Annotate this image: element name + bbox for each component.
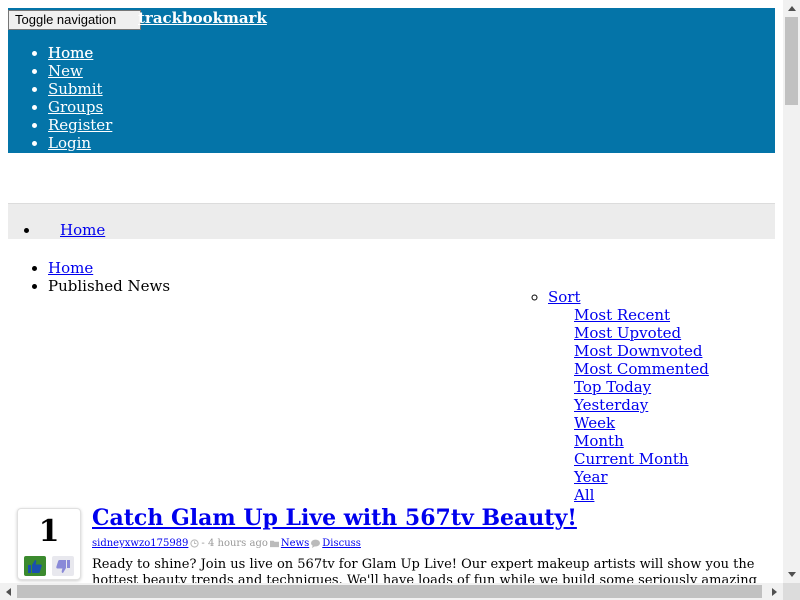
- sort-menu: Most Recent Most Upvoted Most Downvoted …: [548, 306, 709, 504]
- vertical-scrollbar[interactable]: [783, 0, 800, 583]
- nav-link-home[interactable]: Home: [48, 44, 93, 62]
- toggle-navigation-button[interactable]: Toggle navigation: [8, 10, 141, 30]
- scroll-left-arrow-icon[interactable]: [0, 583, 17, 600]
- nav-link-login[interactable]: Login: [48, 134, 91, 152]
- sort-option-week: Week: [574, 414, 709, 432]
- sort-link-most-downvoted[interactable]: Most Downvoted: [574, 342, 702, 360]
- sort-option-most-recent: Most Recent: [574, 306, 709, 324]
- secondary-nav-list: Home: [40, 221, 105, 239]
- brand-link[interactable]: trackbookmark: [138, 9, 267, 27]
- story-meta: sidneyxwzo175989 - 4 hours ago News Disc…: [92, 538, 361, 549]
- nav-item-new: New: [48, 62, 112, 80]
- thumbs-down-icon: [56, 559, 70, 573]
- sort-link-most-recent[interactable]: Most Recent: [574, 306, 670, 324]
- nav-item-register: Register: [48, 116, 112, 134]
- sort-option-current-month: Current Month: [574, 450, 709, 468]
- folder-icon: [269, 540, 279, 548]
- page-viewport: Toggle navigation trackbookmark Home New…: [0, 0, 783, 583]
- story-title-link[interactable]: Catch Glam Up Live with 567tv Beauty!: [92, 504, 577, 532]
- author-link[interactable]: sidneyxwzo175989: [92, 538, 188, 549]
- sort-option-all: All: [574, 486, 709, 504]
- upvote-button[interactable]: [24, 556, 46, 576]
- sort-link-most-commented[interactable]: Most Commented: [574, 360, 709, 378]
- vote-box: 1: [17, 508, 81, 580]
- clock-icon: [190, 539, 200, 548]
- nav-link-new[interactable]: New: [48, 62, 83, 80]
- sort-option-year: Year: [574, 468, 709, 486]
- breadcrumb-item-home: Home: [48, 259, 170, 277]
- nav-item-groups: Groups: [48, 98, 112, 116]
- sort-link-month[interactable]: Month: [574, 432, 624, 450]
- breadcrumb: Home Published News: [8, 259, 170, 295]
- nav-link-register[interactable]: Register: [48, 116, 112, 134]
- nav-item-submit: Submit: [48, 80, 112, 98]
- horizontal-scroll-thumb[interactable]: [17, 585, 762, 598]
- scroll-up-arrow-icon[interactable]: [783, 0, 800, 17]
- sort-option-most-upvoted: Most Upvoted: [574, 324, 709, 342]
- downvote-button[interactable]: [52, 556, 74, 576]
- sort-dropdown: Sort Most Recent Most Upvoted Most Downv…: [508, 288, 709, 504]
- sort-option-most-downvoted: Most Downvoted: [574, 342, 709, 360]
- breadcrumb-current: Published News: [48, 277, 170, 295]
- sort-link-week[interactable]: Week: [574, 414, 615, 432]
- comment-icon: [311, 539, 321, 548]
- scrollbar-corner: [783, 583, 800, 600]
- vertical-scroll-thumb[interactable]: [785, 17, 798, 105]
- vote-count: 1: [38, 514, 60, 549]
- sort-toggle-link[interactable]: Sort: [548, 288, 581, 306]
- top-navbar: Toggle navigation trackbookmark Home New…: [8, 8, 775, 153]
- sort-option-month: Month: [574, 432, 709, 450]
- scroll-down-arrow-icon[interactable]: [783, 566, 800, 583]
- sort-link-yesterday[interactable]: Yesterday: [574, 396, 648, 414]
- sort-link-current-month[interactable]: Current Month: [574, 450, 689, 468]
- sort-option-most-commented: Most Commented: [574, 360, 709, 378]
- nav-item-home: Home: [48, 44, 112, 62]
- nav-item-login: Login: [48, 134, 112, 152]
- secondary-nav-home-link[interactable]: Home: [60, 221, 105, 239]
- sort-link-year[interactable]: Year: [574, 468, 608, 486]
- secondary-nav-bar: Home: [8, 203, 775, 239]
- sort-item: Sort Most Recent Most Upvoted Most Downv…: [548, 288, 709, 504]
- nav-menu: Home New Submit Groups Register Login: [8, 44, 112, 152]
- category-link[interactable]: News: [281, 538, 309, 549]
- horizontal-scrollbar[interactable]: [0, 583, 783, 600]
- sort-option-top-today: Top Today: [574, 378, 709, 396]
- sort-link-all[interactable]: All: [574, 486, 594, 504]
- nav-link-groups[interactable]: Groups: [48, 98, 103, 116]
- sort-option-yesterday: Yesterday: [574, 396, 709, 414]
- thumbs-up-icon: [28, 559, 42, 573]
- post-time: - 4 hours ago: [201, 538, 268, 549]
- breadcrumb-home-link[interactable]: Home: [48, 259, 93, 277]
- scroll-right-arrow-icon[interactable]: [766, 583, 783, 600]
- sort-link-most-upvoted[interactable]: Most Upvoted: [574, 324, 681, 342]
- discuss-link[interactable]: Discuss: [322, 538, 361, 549]
- sort-link-top-today[interactable]: Top Today: [574, 378, 651, 396]
- nav-link-submit[interactable]: Submit: [48, 80, 103, 98]
- story-excerpt: Ready to shine? Join us live on 567tv fo…: [92, 557, 757, 583]
- secondary-nav-item-home: Home: [40, 221, 105, 239]
